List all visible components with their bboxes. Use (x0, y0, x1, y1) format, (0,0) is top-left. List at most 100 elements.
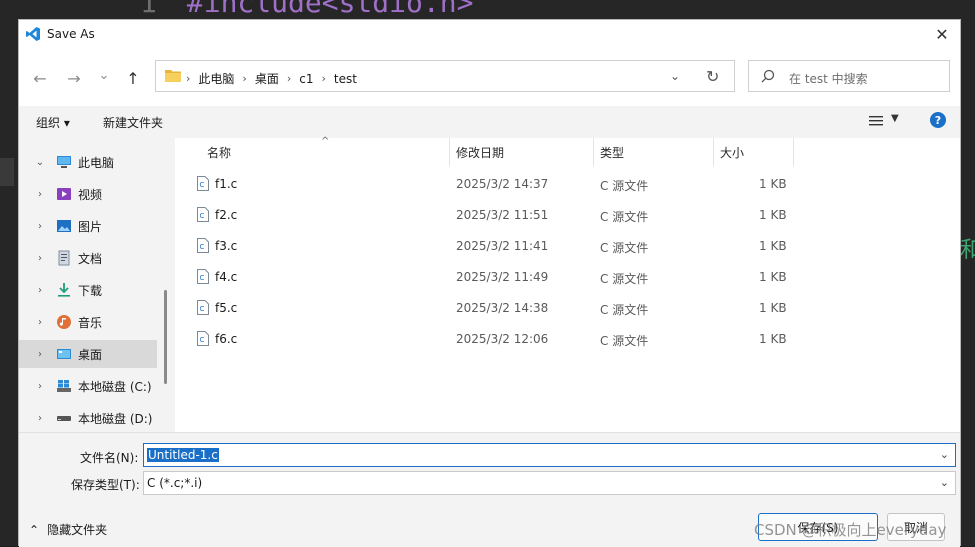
column-header-type[interactable]: 类型 (594, 138, 714, 166)
sidebar-item-documents[interactable]: › 文档 (19, 244, 157, 272)
c-file-icon: C (197, 207, 209, 222)
watermark: CSDN @积极向上everyday (754, 521, 947, 539)
video-icon (56, 186, 72, 202)
breadcrumb-item-test[interactable]: test (334, 72, 357, 86)
file-name: f3.c (215, 239, 238, 253)
help-icon[interactable]: ? (930, 112, 946, 128)
code-text: #include<stdio.h> (186, 0, 474, 19)
file-modified: 2025/3/2 11:49 (456, 270, 549, 284)
filename-input[interactable]: Untitled-1.c ⌄ (143, 443, 956, 467)
file-type: C 源文件 (600, 272, 649, 286)
dialog-title: Save As (47, 27, 95, 41)
filename-label: 文件名(N): (80, 451, 139, 465)
chevron-right-icon[interactable]: › (33, 349, 47, 360)
sidebar-item-label: 视频 (78, 187, 103, 202)
sidebar-item-label: 本地磁盘 (D:) (78, 411, 153, 426)
view-list-icon[interactable] (869, 115, 883, 127)
navigation-pane: ⌄ 此电脑 › 视频 › 图片 › 文档 › 下载 › 音乐 › 桌面 › 本地… (19, 138, 173, 432)
chevron-right-icon[interactable]: › (33, 253, 47, 264)
column-header-size[interactable]: 大小 (714, 138, 794, 166)
file-name: f5.c (215, 301, 238, 315)
search-placeholder: 在 test 中搜索 (789, 72, 868, 86)
sidebar-item-this-pc[interactable]: ⌄ 此电脑 (19, 148, 157, 176)
hide-folders-toggle[interactable]: ⌃ 隐藏文件夹 (29, 521, 107, 538)
sidebar-item-pictures[interactable]: › 图片 (19, 212, 157, 240)
column-header-name[interactable]: 名称 (201, 138, 450, 166)
file-modified: 2025/3/2 11:41 (456, 239, 549, 253)
c-file-icon: C (197, 300, 209, 315)
save-as-dialog: Save As ✕ ← → ⌄ ↑ › 此电脑 › 桌面 › c1 › test… (18, 19, 961, 547)
sidebar-item-label: 音乐 (78, 315, 103, 330)
close-button[interactable]: ✕ (924, 20, 960, 48)
up-button[interactable]: ↑ (122, 68, 144, 88)
sidebar-item-label: 本地磁盘 (C:) (78, 379, 152, 394)
file-size: 1 KB (759, 177, 787, 191)
breadcrumb-separator: › (186, 72, 191, 85)
sidebar-item-label: 图片 (78, 219, 103, 234)
file-type: C 源文件 (600, 241, 649, 255)
editor-code-line: 1 #include<stdio.h> (140, 0, 474, 19)
sidebar-item-videos[interactable]: › 视频 (19, 180, 157, 208)
hide-folders-label: 隐藏文件夹 (47, 523, 108, 537)
chevron-right-icon[interactable]: › (33, 285, 47, 296)
chevron-right-icon[interactable]: › (33, 317, 47, 328)
new-folder-button[interactable]: 新建文件夹 (103, 114, 163, 131)
chevron-down-icon[interactable]: ⌄ (940, 476, 949, 489)
music-icon (56, 314, 72, 330)
sidebar-item-drive-c[interactable]: › 本地磁盘 (C:) (19, 372, 157, 400)
chevron-right-icon[interactable]: › (33, 221, 47, 232)
chevron-up-icon: ⌃ (29, 522, 40, 537)
table-row[interactable]: C f2.c 2025/3/2 11:51 C 源文件 1 KB (175, 200, 960, 231)
c-file-icon: C (197, 269, 209, 284)
sidebar-scroll-thumb[interactable] (164, 290, 167, 384)
refresh-icon[interactable]: ↻ (706, 67, 719, 86)
title-bar: Save As ✕ (19, 20, 960, 48)
search-input[interactable]: 在 test 中搜索 (748, 60, 950, 92)
c-file-icon: C (197, 176, 209, 191)
chevron-right-icon[interactable]: › (33, 413, 47, 424)
file-modified: 2025/3/2 14:37 (456, 177, 549, 191)
breadcrumb-item-desktop[interactable]: 桌面 (255, 70, 279, 87)
chevron-down-icon[interactable]: ⌄ (940, 448, 949, 461)
svg-text:C: C (200, 212, 205, 220)
address-dropdown-icon[interactable]: ⌄ (670, 69, 680, 83)
table-row[interactable]: C f6.c 2025/3/2 12:06 C 源文件 1 KB (175, 324, 960, 355)
drive-c-icon (56, 378, 72, 394)
file-type: C 源文件 (600, 303, 649, 317)
filetype-value: C (*.c;*.i) (147, 476, 203, 490)
table-row[interactable]: C f4.c 2025/3/2 11:49 C 源文件 1 KB (175, 262, 960, 293)
recent-locations-button[interactable]: ⌄ (93, 65, 115, 85)
back-button[interactable]: ← (29, 68, 51, 88)
view-dropdown-icon[interactable]: ▼ (891, 113, 899, 124)
filetype-label: 保存类型(T): (71, 478, 140, 492)
sidebar-item-label: 文档 (78, 251, 103, 266)
sidebar-item-music[interactable]: › 音乐 (19, 308, 157, 336)
picture-icon (56, 218, 72, 234)
document-icon (56, 250, 72, 266)
address-bar[interactable]: › 此电脑 › 桌面 › c1 › test ⌄ ↻ (155, 60, 735, 92)
column-header-modified[interactable]: 修改日期 (450, 138, 594, 166)
file-name: f4.c (215, 270, 238, 284)
chevron-right-icon[interactable]: › (33, 189, 47, 200)
chevron-down-icon[interactable]: ⌄ (33, 157, 47, 168)
breadcrumb-item-this-pc[interactable]: 此电脑 (198, 70, 234, 87)
table-row[interactable]: C f1.c 2025/3/2 14:37 C 源文件 1 KB (175, 169, 960, 200)
file-size: 1 KB (759, 208, 787, 222)
sidebar-item-drive-d[interactable]: › 本地磁盘 (D:) (19, 404, 157, 432)
forward-button[interactable]: → (63, 68, 85, 88)
table-row[interactable]: C f5.c 2025/3/2 14:38 C 源文件 1 KB (175, 293, 960, 324)
filetype-select[interactable]: C (*.c;*.i) ⌄ (143, 471, 956, 495)
organize-button[interactable]: 组织 ▾ (36, 114, 70, 131)
sidebar-item-desktop[interactable]: › 桌面 (19, 340, 157, 368)
filename-value: Untitled-1.c (147, 448, 219, 462)
breadcrumb-item-c1[interactable]: c1 (299, 72, 313, 86)
sidebar-scrollbar[interactable] (159, 138, 173, 432)
table-row[interactable]: C f3.c 2025/3/2 11:41 C 源文件 1 KB (175, 231, 960, 262)
download-icon (56, 282, 72, 298)
sidebar-item-downloads[interactable]: › 下载 (19, 276, 157, 304)
drive-d-icon (56, 410, 72, 426)
svg-text:C: C (200, 274, 205, 282)
svg-text:C: C (200, 243, 205, 251)
file-type: C 源文件 (600, 334, 649, 348)
chevron-right-icon[interactable]: › (33, 381, 47, 392)
